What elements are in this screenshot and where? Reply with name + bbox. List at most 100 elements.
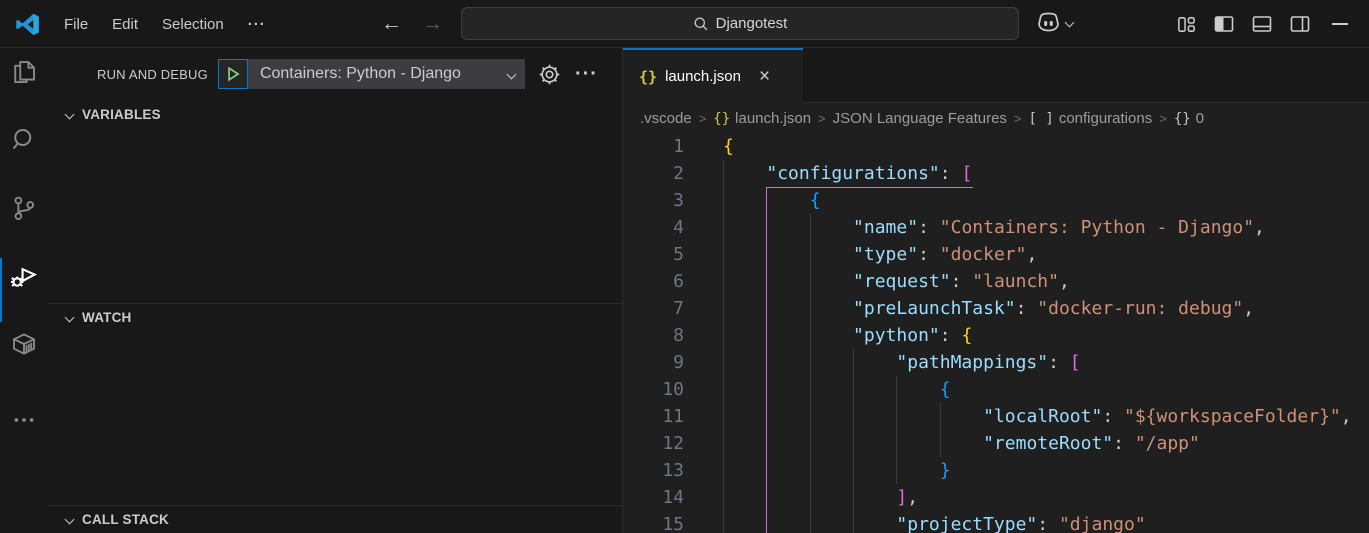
code-token: : xyxy=(940,163,962,184)
code-token xyxy=(723,325,853,346)
line-number[interactable]: 13 xyxy=(623,457,684,484)
toggle-panel-icon[interactable] xyxy=(1251,13,1273,35)
command-center-search[interactable]: Djangotest xyxy=(461,7,1019,40)
search-icon xyxy=(693,16,709,32)
code-token xyxy=(723,244,853,265)
close-icon[interactable]: × xyxy=(759,67,770,86)
section-label: CALL STACK xyxy=(82,512,169,527)
code-line[interactable]: "request": "launch", xyxy=(623,268,1369,295)
code-token xyxy=(723,460,940,481)
menu-more[interactable]: ··· xyxy=(248,16,266,33)
line-number[interactable]: 8 xyxy=(623,322,684,349)
line-number[interactable]: 4 xyxy=(623,214,684,241)
code-line[interactable]: "remoteRoot": "/app" xyxy=(623,430,1369,457)
code-line[interactable]: "python": { xyxy=(623,322,1369,349)
sidebar-item-run-debug[interactable] xyxy=(0,252,48,300)
sidebar-item-search[interactable] xyxy=(0,116,48,164)
code-line[interactable]: { xyxy=(623,133,1369,160)
open-launch-json-button[interactable] xyxy=(537,62,562,87)
back-arrow-icon[interactable]: ← xyxy=(381,12,402,36)
views-more-actions-button[interactable]: ··· xyxy=(575,63,598,86)
tab-label: launch.json xyxy=(665,68,741,85)
code-token: [ xyxy=(961,163,972,184)
code-editor[interactable]: { "configurations": [ { "name": "Contain… xyxy=(623,133,1369,533)
code-token xyxy=(723,487,896,508)
sidebar-item-explorer[interactable] xyxy=(0,48,48,96)
menu-edit[interactable]: Edit xyxy=(112,16,138,33)
activity-bar xyxy=(0,48,48,533)
line-number[interactable]: 1 xyxy=(623,133,684,160)
code-token: { xyxy=(961,325,972,346)
breadcrumb-item[interactable]: JSON Language Features xyxy=(833,110,1007,127)
code-line[interactable]: "localRoot": "${workspaceFolder}", xyxy=(623,403,1369,430)
title-bar: File Edit Selection ··· ← → Djangotest xyxy=(0,0,1369,48)
activity-bar-more[interactable] xyxy=(0,396,48,444)
code-token xyxy=(723,298,853,319)
tab-launch-json[interactable]: {} launch.json × xyxy=(623,48,803,103)
tab-bar: {} launch.json × xyxy=(623,48,1369,103)
line-number[interactable]: 15 xyxy=(623,511,684,533)
code-line[interactable]: "pathMappings": [ xyxy=(623,349,1369,376)
toggle-secondary-sidebar-icon[interactable] xyxy=(1289,13,1311,35)
sidebar-item-source-control[interactable] xyxy=(0,184,48,232)
code-line[interactable]: "projectType": "django" xyxy=(623,511,1369,533)
code-token: : xyxy=(1048,352,1070,373)
code-token xyxy=(723,433,983,454)
line-number[interactable]: 2 xyxy=(623,160,684,187)
code-line[interactable]: "type": "docker", xyxy=(623,241,1369,268)
section-header-variables[interactable]: VARIABLES xyxy=(48,100,622,128)
sidebar-item-containers[interactable] xyxy=(0,320,48,368)
code-line[interactable]: } xyxy=(623,457,1369,484)
code-token: [ xyxy=(1070,352,1081,373)
code-token: "${workspaceFolder}" xyxy=(1124,406,1341,427)
line-number[interactable]: 7 xyxy=(623,295,684,322)
toggle-primary-sidebar-icon[interactable] xyxy=(1213,13,1235,35)
code-token: : xyxy=(1016,298,1038,319)
line-number[interactable]: 9 xyxy=(623,349,684,376)
copilot-menu[interactable] xyxy=(1036,11,1073,33)
code-token xyxy=(723,217,853,238)
section-header-watch[interactable]: WATCH xyxy=(48,303,622,331)
section-header-call-stack[interactable]: CALL STACK xyxy=(48,505,622,533)
json-file-icon: {} xyxy=(639,68,657,86)
line-number[interactable]: 14 xyxy=(623,484,684,511)
customize-layout-icon[interactable] xyxy=(1176,14,1197,35)
code-token xyxy=(723,352,896,373)
symbol-object-icon: {} xyxy=(1174,111,1191,127)
code-token: , xyxy=(1341,406,1352,427)
code-line[interactable]: "preLaunchTask": "docker-run: debug", xyxy=(623,295,1369,322)
chevron-down-icon xyxy=(1065,17,1075,27)
line-number[interactable]: 6 xyxy=(623,268,684,295)
line-number[interactable]: 3 xyxy=(623,187,684,214)
breadcrumb-separator-icon: > xyxy=(699,111,707,126)
breadcrumb-item[interactable]: .vscode xyxy=(640,110,692,127)
line-number[interactable]: 5 xyxy=(623,241,684,268)
search-icon xyxy=(9,125,39,155)
launch-configuration-select[interactable]: Containers: Python - Django xyxy=(248,59,525,89)
breadcrumb-item[interactable]: {}launch.json xyxy=(713,110,811,127)
chevron-down-icon xyxy=(507,69,517,79)
code-line[interactable]: { xyxy=(623,376,1369,403)
line-number[interactable]: 10 xyxy=(623,376,684,403)
code-line[interactable]: ], xyxy=(623,484,1369,511)
command-center-value: Djangotest xyxy=(716,15,788,32)
line-number[interactable]: 12 xyxy=(623,430,684,457)
code-token xyxy=(723,271,853,292)
code-token: "launch" xyxy=(972,271,1059,292)
code-line[interactable]: "name": "Containers: Python - Django", xyxy=(623,214,1369,241)
start-debugging-button[interactable] xyxy=(218,59,248,89)
line-number[interactable]: 11 xyxy=(623,403,684,430)
breadcrumb-item[interactable]: {} 0 xyxy=(1174,110,1204,127)
code-token xyxy=(723,406,983,427)
menu-file[interactable]: File xyxy=(64,16,88,33)
breadcrumb-label: 0 xyxy=(1196,110,1204,127)
code-token: { xyxy=(940,379,951,400)
breadcrumb-item[interactable]: [ ]configurations xyxy=(1029,110,1153,127)
code-token: "name" xyxy=(853,217,918,238)
minimize-dash-icon[interactable] xyxy=(1332,23,1348,25)
menu-selection[interactable]: Selection xyxy=(162,16,224,33)
code-line[interactable]: "configurations": [ xyxy=(623,160,1369,187)
code-token: : xyxy=(940,325,962,346)
code-token: } xyxy=(940,460,951,481)
code-line[interactable]: { xyxy=(623,187,1369,214)
